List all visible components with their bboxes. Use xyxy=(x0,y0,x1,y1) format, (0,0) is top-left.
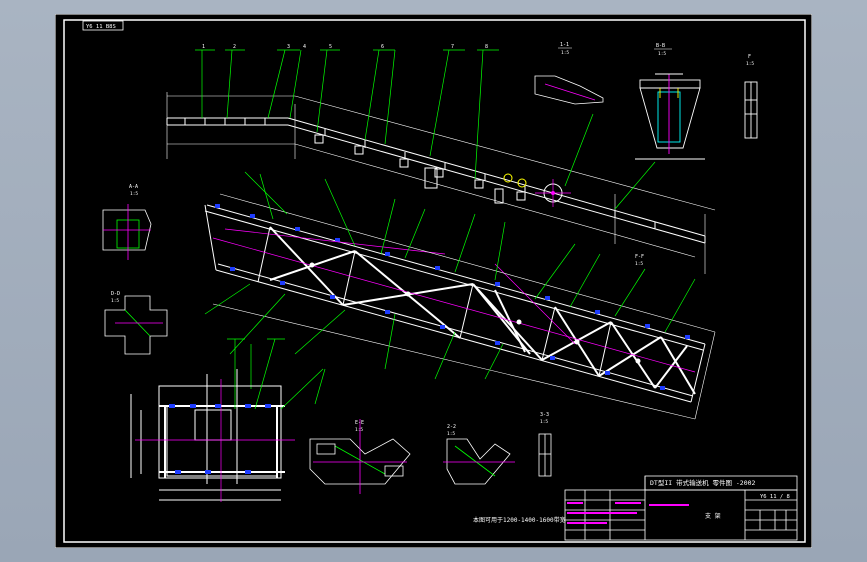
truss-view xyxy=(204,204,706,403)
top-rail-dimensions xyxy=(166,92,716,274)
drawing-svg: Y6 11 B8S 1 2 3 4 5 6 7 8 1-1 1:5 B-B 1:… xyxy=(55,14,812,548)
svg-text:7: 7 xyxy=(451,44,454,50)
section-22-scale: 1:5 xyxy=(447,431,455,437)
section-aa-detail xyxy=(102,204,152,260)
section-1-scale: 1:5 xyxy=(561,50,569,56)
section-bb-label: B-B xyxy=(656,43,665,49)
svg-text:3: 3 xyxy=(287,44,290,50)
section-aa-scale: 1:5 xyxy=(130,191,138,197)
section-f-detail xyxy=(744,81,758,139)
truss-centerlines xyxy=(212,228,696,373)
section-1-detail xyxy=(534,75,604,105)
svg-text:4: 4 xyxy=(303,44,306,50)
section-1-label: 1-1 xyxy=(560,42,569,48)
section-22-detail xyxy=(443,438,515,485)
truss-diagonals xyxy=(269,226,696,395)
section-22-label: 2-2 xyxy=(447,424,456,430)
section-ee-scale: 1:5 xyxy=(355,427,363,433)
front-view-leaders xyxy=(227,338,324,410)
section-f-scale: 1:5 xyxy=(746,61,754,67)
caption-text: 本图可用于1200-1400-1600带宽 xyxy=(473,516,566,524)
cad-viewport[interactable]: Y6 11 B8S 1 2 3 4 5 6 7 8 1-1 1:5 B-B 1:… xyxy=(0,0,867,562)
section-dd-scale: 1:5 xyxy=(111,298,119,304)
title-block-name: 支 架 xyxy=(705,512,721,520)
svg-text:8: 8 xyxy=(485,44,488,50)
front-view-bolts xyxy=(169,404,271,474)
section-dd-label: D-D xyxy=(111,291,120,297)
section-f-label: F xyxy=(748,54,751,60)
drawing-canvas[interactable]: Y6 11 B8S 1 2 3 4 5 6 7 8 1-1 1:5 B-B 1:… xyxy=(55,14,812,548)
section-33-detail xyxy=(538,433,552,477)
section-33-scale: 1:5 xyxy=(540,419,548,425)
truss-bolt-blocks xyxy=(215,204,690,390)
section-33-label: 3-3 xyxy=(540,412,549,418)
svg-text:2: 2 xyxy=(233,44,236,50)
section-dd-detail xyxy=(104,295,168,355)
section-bb-detail xyxy=(635,73,705,160)
top-leader-numbers: 1 2 3 4 5 6 7 8 xyxy=(202,44,488,50)
section-aa-label: A-A xyxy=(129,184,138,190)
svg-text:5: 5 xyxy=(329,44,332,50)
section-ee-label: E-E xyxy=(355,420,364,426)
sheet-tag-text: Y6 11 B8S xyxy=(86,24,116,30)
section-bb-scale: 1:5 xyxy=(658,51,666,57)
svg-text:1: 1 xyxy=(202,44,205,50)
truss-nodes xyxy=(309,262,641,364)
front-view xyxy=(130,369,285,501)
title-block-code: Y6 11 / 8 xyxy=(760,494,790,500)
section-ff-scale: 1:5 xyxy=(635,261,643,267)
svg-text:6: 6 xyxy=(381,44,384,50)
title-block-title: DT型II 带式输送机 零件图 -2002 xyxy=(650,478,756,487)
section-ff-label: F-F xyxy=(635,254,644,260)
top-rail-view xyxy=(166,117,706,244)
